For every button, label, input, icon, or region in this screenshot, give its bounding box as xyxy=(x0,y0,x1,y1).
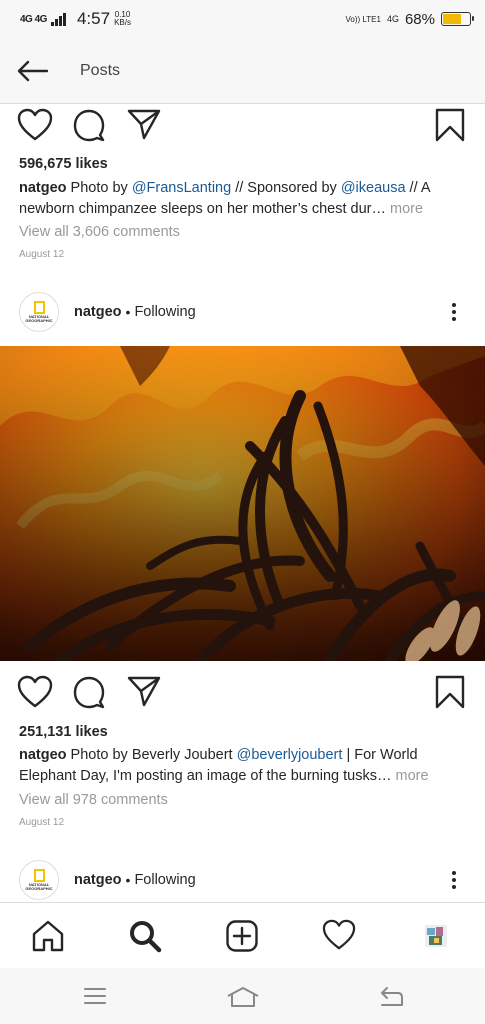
network-type: 4G xyxy=(386,14,399,24)
more-options-icon[interactable] xyxy=(447,871,461,889)
post3-username[interactable]: natgeo xyxy=(74,872,122,888)
post1-more-link[interactable]: more xyxy=(390,201,423,217)
post2-likes[interactable]: 251,131 likes xyxy=(19,724,108,740)
post3-following[interactable]: Following xyxy=(134,872,195,888)
clock: 4:57 xyxy=(76,9,111,28)
signal-icon xyxy=(50,12,66,26)
search-icon[interactable] xyxy=(128,919,162,953)
natgeo-logo-icon xyxy=(33,868,45,882)
post2-header: NATIONAL GEOGRAPHIC natgeo • Following xyxy=(0,289,485,335)
back-button[interactable] xyxy=(0,38,64,104)
page-title: Posts xyxy=(80,61,121,79)
post2-more-link[interactable]: more xyxy=(395,768,428,784)
battery-percent: 68% xyxy=(404,10,435,28)
post2-actions xyxy=(0,675,485,715)
post1-actions xyxy=(0,108,485,148)
avatar[interactable]: NATIONAL GEOGRAPHIC xyxy=(19,292,59,332)
post2-date: August 12 xyxy=(19,817,65,828)
home-outline-icon[interactable] xyxy=(226,986,260,1008)
battery-icon xyxy=(441,12,474,26)
status-bar: 4G 4G 4:57 0.10 KB/s Vo)) LTE1 4G 68% xyxy=(0,0,485,38)
top-bar: Posts xyxy=(0,38,485,104)
burning-tusks-photo xyxy=(0,346,485,661)
heart-icon[interactable] xyxy=(17,675,53,709)
post1-caption-username[interactable]: natgeo xyxy=(19,180,67,196)
network-speed: 0.10 KB/s xyxy=(114,10,131,27)
home-icon[interactable] xyxy=(31,919,65,953)
comment-icon[interactable] xyxy=(72,675,106,709)
network-indicator: 4G 4G xyxy=(20,13,47,25)
bookmark-icon[interactable] xyxy=(434,675,466,709)
activity-heart-icon[interactable] xyxy=(322,919,356,951)
menu-icon[interactable] xyxy=(83,986,107,1006)
more-options-icon[interactable] xyxy=(447,303,461,321)
post2-username[interactable]: natgeo xyxy=(74,304,122,320)
share-icon[interactable] xyxy=(127,108,161,140)
volte-indicator: Vo)) LTE1 xyxy=(345,14,381,24)
comment-icon[interactable] xyxy=(72,108,106,142)
post1-caption: natgeo Photo by @FransLanting // Sponsor… xyxy=(19,180,430,217)
post2-caption: natgeo Photo by Beverly Joubert @beverly… xyxy=(19,747,429,784)
avatar[interactable]: NATIONAL GEOGRAPHIC xyxy=(19,860,59,900)
profile-avatar-icon[interactable] xyxy=(425,925,447,947)
post2-caption-username[interactable]: natgeo xyxy=(19,747,67,763)
post2-following[interactable]: Following xyxy=(134,304,195,320)
post1-mention-ikeausa[interactable]: @ikeausa xyxy=(341,180,406,196)
post2-image[interactable] xyxy=(0,346,485,661)
share-icon[interactable] xyxy=(127,675,161,707)
back-arrow-icon xyxy=(17,60,48,81)
bottom-navigation xyxy=(0,902,485,968)
post1-view-comments[interactable]: View all 3,606 comments xyxy=(19,224,180,240)
add-post-icon[interactable] xyxy=(225,919,259,953)
post2-view-comments[interactable]: View all 978 comments xyxy=(19,792,168,808)
back-return-icon[interactable] xyxy=(378,986,404,1008)
post1-mention-franslanting[interactable]: @FransLanting xyxy=(132,180,231,196)
bookmark-icon[interactable] xyxy=(434,108,466,142)
system-navigation xyxy=(0,968,485,1024)
post3-header: NATIONAL GEOGRAPHIC natgeo • Following xyxy=(0,857,485,903)
natgeo-logo-icon xyxy=(33,300,45,314)
post2-mention-beverlyjoubert[interactable]: @beverlyjoubert xyxy=(237,747,343,763)
heart-icon[interactable] xyxy=(17,108,53,142)
post1-date: August 12 xyxy=(19,249,65,260)
post1-likes[interactable]: 596,675 likes xyxy=(19,156,108,172)
